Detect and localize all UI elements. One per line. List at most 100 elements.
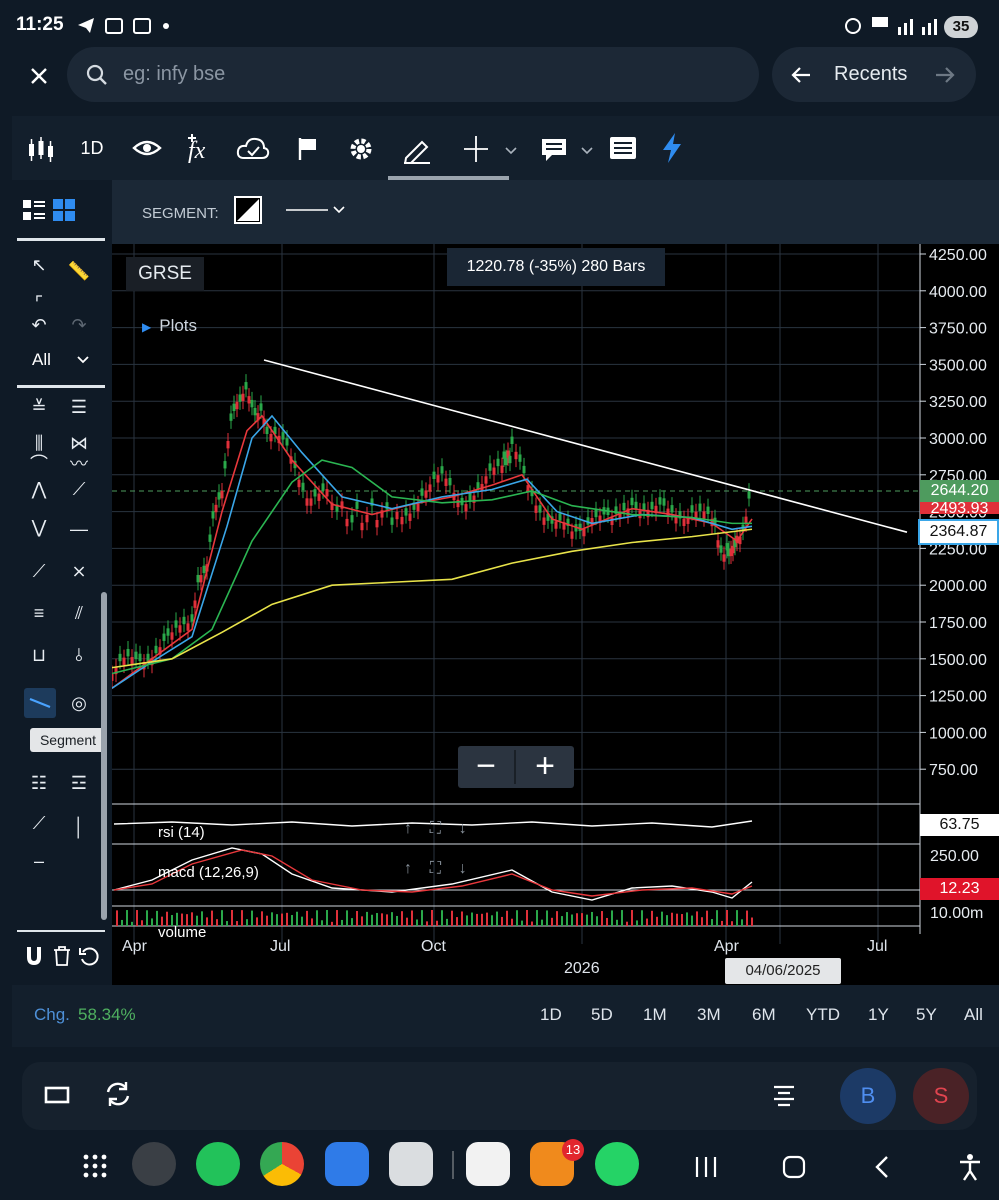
function-icon[interactable]: fx — [186, 132, 216, 164]
price-axis-label: 4000.00 — [929, 284, 987, 301]
range-5y[interactable]: 5Y — [916, 1005, 937, 1025]
volume-bar — [266, 915, 268, 926]
candle-body — [514, 451, 518, 460]
interval-button[interactable]: 1D — [74, 116, 110, 180]
search-input[interactable] — [123, 59, 723, 89]
search-bar[interactable] — [67, 47, 759, 102]
range-all[interactable]: All — [964, 1005, 983, 1025]
candle-body — [488, 463, 492, 471]
regression-icon[interactable]: ⫰ — [64, 642, 94, 668]
range-1y[interactable]: 1Y — [868, 1005, 889, 1025]
color-swatch[interactable] — [234, 196, 262, 224]
range-3m[interactable]: 3M — [697, 1005, 721, 1025]
fib-ext-icon[interactable]: ☲ — [64, 770, 94, 796]
range-1m[interactable]: 1M — [643, 1005, 667, 1025]
chart-area[interactable]: 4250.00 4000.00 3750.00 3500.00 3250.00 3000.… — [112, 244, 999, 985]
tools-scrollbar[interactable] — [101, 592, 107, 920]
rsi-pane-controls[interactable]: ↑ ⛶ ↓ — [404, 820, 467, 838]
chrome-app-icon[interactable] — [260, 1142, 304, 1186]
segment-tool-button[interactable] — [24, 688, 56, 718]
horizontal-line-icon[interactable]: — — [64, 516, 94, 542]
close-icon[interactable] — [29, 66, 49, 86]
vertical-line-icon[interactable]: │ — [64, 814, 94, 840]
candle-body — [259, 403, 263, 411]
crosshair-icon[interactable] — [464, 136, 520, 164]
wave-tool-icon[interactable]: 〰 — [64, 450, 94, 476]
volume-bar — [606, 917, 608, 926]
candle-body — [432, 471, 436, 480]
dash-tool-icon[interactable]: – — [24, 848, 54, 874]
camera-app-icon[interactable] — [389, 1142, 433, 1186]
phone-app-icon[interactable] — [196, 1142, 240, 1186]
volume-bar — [421, 910, 423, 926]
arc-tool-icon[interactable]: ⌒ — [24, 450, 54, 476]
cross-line-icon[interactable]: ⨯ — [64, 558, 94, 584]
sell-button[interactable]: S — [913, 1068, 969, 1124]
range-1d[interactable]: 1D — [540, 1005, 562, 1025]
contacts-app-icon[interactable] — [325, 1142, 369, 1186]
arrow-right-icon[interactable] — [934, 64, 956, 86]
eye-icon[interactable] — [132, 138, 162, 158]
undo-icon[interactable]: ↶ — [24, 312, 54, 338]
comment-icon[interactable] — [540, 136, 596, 164]
range-6m[interactable]: 6M — [752, 1005, 776, 1025]
recents-button[interactable]: Recents — [834, 63, 907, 86]
fullscreen-icon[interactable] — [44, 1084, 70, 1106]
volume-bar — [496, 911, 498, 926]
candlestick-icon[interactable] — [26, 136, 56, 164]
horizontal-lines-icon[interactable]: ☰ — [64, 394, 94, 420]
candle-body — [578, 523, 582, 532]
refresh-icon[interactable] — [104, 1080, 132, 1108]
macd-pane-controls[interactable]: ↑ ⛶ ↓ — [404, 860, 467, 878]
recent-apps-icon[interactable] — [694, 1155, 718, 1179]
zoom-in-button[interactable]: + — [516, 746, 574, 788]
ruler-icon[interactable]: 📏 — [64, 258, 94, 284]
cursor-tool-icon[interactable]: ↖ — [24, 252, 54, 278]
back-icon[interactable] — [872, 1155, 892, 1179]
accessibility-icon[interactable] — [958, 1153, 982, 1181]
fib-retrace-icon[interactable]: ☷ — [24, 770, 54, 796]
chevron-tool-icon[interactable]: ⋁ — [24, 514, 54, 540]
fib-fan-icon[interactable]: ◎ — [64, 690, 94, 716]
volume-bar — [621, 910, 623, 926]
parallel-channel-icon[interactable]: ⫽ — [64, 600, 94, 626]
reset-icon[interactable] — [78, 945, 100, 967]
redo-icon[interactable]: ↷ — [64, 312, 94, 338]
app-drawer-icon[interactable] — [82, 1153, 108, 1179]
list-icon[interactable] — [609, 136, 637, 160]
list-view-icon[interactable] — [22, 198, 46, 222]
volume-bar — [576, 913, 578, 926]
cloud-icon[interactable] — [236, 136, 270, 162]
range-5d[interactable]: 5D — [591, 1005, 613, 1025]
plots-toggle[interactable]: ▶ Plots — [142, 316, 197, 336]
candle-body — [558, 513, 562, 521]
range-ytd[interactable]: YTD — [806, 1005, 840, 1025]
horizontal-ray-icon[interactable]: ≚ — [24, 394, 54, 420]
candle-body — [390, 517, 394, 525]
buy-button[interactable]: B — [840, 1068, 896, 1124]
channel-icon[interactable]: ≡ — [24, 600, 54, 626]
arrow-left-icon[interactable] — [790, 64, 812, 86]
kite-app-icon[interactable] — [466, 1142, 510, 1186]
gear-icon[interactable] — [348, 136, 374, 162]
line-style-dropdown[interactable] — [284, 202, 348, 220]
grid-view-icon[interactable] — [52, 198, 76, 222]
whatsapp-app-icon[interactable] — [595, 1142, 639, 1186]
volume-bar — [416, 919, 418, 926]
tool-filter-dropdown[interactable]: All — [32, 350, 92, 372]
zoom-out-button[interactable]: − — [458, 746, 514, 788]
rectangle-tool-icon[interactable]: ⊔ — [24, 642, 54, 668]
elliott-icon[interactable]: ⟋ — [24, 810, 54, 836]
lightning-icon[interactable] — [660, 132, 684, 164]
trend-line-icon[interactable]: ⟋ — [24, 558, 54, 584]
settings-app-icon[interactable] — [132, 1142, 176, 1186]
align-center-icon[interactable] — [772, 1084, 796, 1108]
magnet-icon[interactable] — [24, 945, 44, 967]
candle-body — [504, 457, 508, 466]
flag-icon[interactable] — [296, 136, 320, 162]
trash-icon[interactable] — [52, 945, 72, 967]
trend-angle-icon[interactable]: ⟋ — [64, 476, 94, 502]
pitchfork-icon[interactable]: ⋀ — [24, 476, 54, 502]
price-axis-label: 1250.00 — [929, 689, 987, 706]
home-icon[interactable] — [782, 1155, 806, 1179]
